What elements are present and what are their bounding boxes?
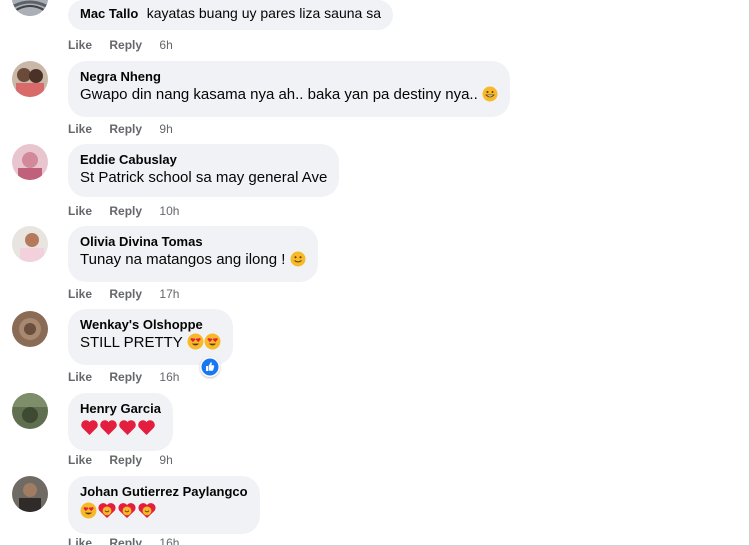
comment-author[interactable]: Negra Nheng [80,69,498,85]
comment-text-content: Tunay na matangos ang ilong ! [80,251,286,268]
smiling-face-with-hearts-icon [97,502,117,525]
comment-timestamp[interactable]: 9h [159,122,172,136]
like-button[interactable]: Like [68,38,92,52]
like-button[interactable]: Like [68,536,92,545]
smiling-face-icon [290,251,306,273]
heart-eyes-icon [80,502,97,525]
heart-eyes-icon [204,333,221,356]
comment-text: kayatas buang uy pares liza sauna sa [146,5,381,21]
comment-text: St Patrick school sa may general Ave [80,169,328,186]
comment-author[interactable]: Wenkay's Olshoppe [80,317,221,333]
heart-eyes-icon [187,333,204,356]
comment-actions: Like Reply 9h [68,452,173,468]
comment-text: STILL PRETTY [80,333,221,356]
comment-text-content: STILL PRETTY [80,334,183,351]
like-button[interactable]: Like [68,204,92,218]
comment-author[interactable]: Olivia Divina Tomas [80,234,306,250]
reply-button[interactable]: Reply [109,370,142,384]
avatar[interactable] [12,0,48,16]
comment-author[interactable]: Mac Tallo [80,6,138,21]
comment-text-content: Gwapo din nang kasama nya ah.. baka yan … [80,86,478,103]
comment-bubble: Johan Gutierrez Paylangco [68,476,260,534]
comment-text: Gwapo din nang kasama nya ah.. baka yan … [80,85,498,108]
red-heart-icon [137,419,156,442]
avatar[interactable] [12,393,48,429]
like-button[interactable]: Like [68,370,92,384]
reply-button[interactable]: Reply [109,204,142,218]
avatar[interactable] [12,61,48,97]
reply-button[interactable]: Reply [109,38,142,52]
avatar[interactable] [12,226,48,262]
avatar[interactable] [12,476,48,512]
comment-bubble: Mac Tallo kayatas buang uy pares liza sa… [68,0,393,30]
comment-author[interactable]: Henry Garcia [80,401,161,417]
comment-actions: Like Reply 16h [68,535,179,545]
comment-timestamp[interactable]: 6h [159,38,172,52]
comment-bubble: Olivia Divina Tomas Tunay na matangos an… [68,226,318,282]
red-heart-icon [118,419,137,442]
like-button[interactable]: Like [68,122,92,136]
smiling-face-with-hearts-icon [117,502,137,525]
comment-timestamp[interactable]: 17h [159,287,179,301]
like-button[interactable]: Like [68,287,92,301]
comment-actions: Like Reply 9h [68,121,173,137]
smiling-face-with-hearts-icon [137,502,157,525]
grinning-face-icon [482,86,498,108]
comment-actions: Like Reply 10h [68,203,179,219]
comment-timestamp[interactable]: 10h [159,204,179,218]
avatar[interactable] [12,311,48,347]
reply-button[interactable]: Reply [109,287,142,301]
comment-thread: Mac Tallo kayatas buang uy pares liza sa… [0,0,750,546]
comment-timestamp[interactable]: 16h [159,536,179,545]
comment-author[interactable]: Eddie Cabuslay [80,152,327,168]
comment-actions: Like Reply 16h [68,369,179,385]
like-button[interactable]: Like [68,453,92,467]
comment-actions: Like Reply 17h [68,286,179,302]
comment-author[interactable]: Johan Gutierrez Paylangco [80,484,248,500]
like-reaction-icon[interactable] [200,357,220,377]
comment-actions: Like Reply 6h [68,37,173,53]
comment-bubble: Eddie Cabuslay St Patrick school sa may … [68,144,340,197]
avatar[interactable] [12,144,48,180]
comment-text [80,417,161,442]
comment-text [80,500,248,525]
comment-bubble: Henry Garcia [68,393,173,451]
reply-button[interactable]: Reply [109,122,142,136]
reply-button[interactable]: Reply [109,453,142,467]
reply-button[interactable]: Reply [109,536,142,545]
comment-timestamp[interactable]: 16h [159,370,179,384]
comment-timestamp[interactable]: 9h [159,453,172,467]
comment-text: Tunay na matangos ang ilong ! [80,250,306,273]
red-heart-icon [80,419,99,442]
red-heart-icon [99,419,118,442]
comment-bubble: Negra Nheng Gwapo din nang kasama nya ah… [68,61,510,117]
